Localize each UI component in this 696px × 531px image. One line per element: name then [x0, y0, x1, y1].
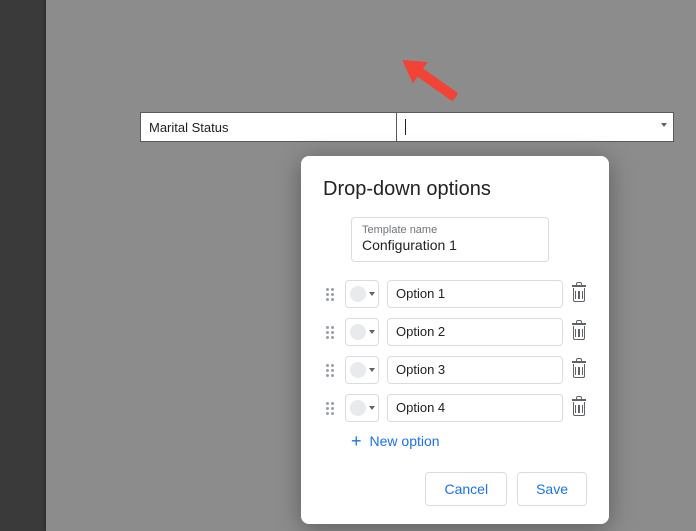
save-button[interactable]: Save: [517, 472, 587, 506]
color-swatch-icon: [350, 400, 366, 416]
chevron-down-icon: [661, 123, 667, 127]
dropdown-cell[interactable]: [397, 113, 673, 141]
new-option-button[interactable]: + New option: [351, 432, 587, 450]
color-swatch-icon: [350, 362, 366, 378]
trash-icon[interactable]: [571, 399, 587, 417]
chevron-down-icon: [369, 406, 375, 410]
color-selector[interactable]: [345, 394, 379, 422]
template-name-label: Template name: [362, 224, 538, 236]
new-option-label: New option: [370, 433, 440, 449]
trash-icon[interactable]: [571, 285, 587, 303]
text-cursor: [405, 119, 406, 135]
cancel-button[interactable]: Cancel: [425, 472, 507, 506]
color-swatch-icon: [350, 324, 366, 340]
dropdown-options-dialog: Drop-down options Template name Configur…: [301, 156, 609, 524]
trash-icon[interactable]: [571, 323, 587, 341]
drag-handle-icon[interactable]: [323, 325, 337, 339]
field-label: Marital Status: [149, 120, 228, 135]
option-input[interactable]: Option 1: [387, 280, 563, 308]
chevron-down-icon: [369, 368, 375, 372]
option-row: Option 4: [323, 394, 587, 422]
template-name-value: Configuration 1: [362, 237, 538, 253]
dialog-title: Drop-down options: [323, 178, 587, 201]
option-row: Option 3: [323, 356, 587, 384]
option-row: Option 1: [323, 280, 587, 308]
trash-icon[interactable]: [571, 361, 587, 379]
color-selector[interactable]: [345, 356, 379, 384]
plus-icon: +: [351, 432, 362, 450]
chevron-down-icon: [369, 292, 375, 296]
option-input[interactable]: Option 3: [387, 356, 563, 384]
color-swatch-icon: [350, 286, 366, 302]
option-input[interactable]: Option 4: [387, 394, 563, 422]
drag-handle-icon[interactable]: [323, 363, 337, 377]
drag-handle-icon[interactable]: [323, 401, 337, 415]
drag-handle-icon[interactable]: [323, 287, 337, 301]
form-table-row: Marital Status: [140, 112, 674, 142]
template-name-field[interactable]: Template name Configuration 1: [351, 217, 549, 262]
options-list: Option 1 Option 2 Option 3 Option 4: [323, 280, 587, 422]
option-input[interactable]: Option 2: [387, 318, 563, 346]
color-selector[interactable]: [345, 280, 379, 308]
color-selector[interactable]: [345, 318, 379, 346]
option-row: Option 2: [323, 318, 587, 346]
chevron-down-icon: [369, 330, 375, 334]
field-label-cell: Marital Status: [141, 113, 397, 141]
dialog-actions: Cancel Save: [323, 472, 587, 506]
